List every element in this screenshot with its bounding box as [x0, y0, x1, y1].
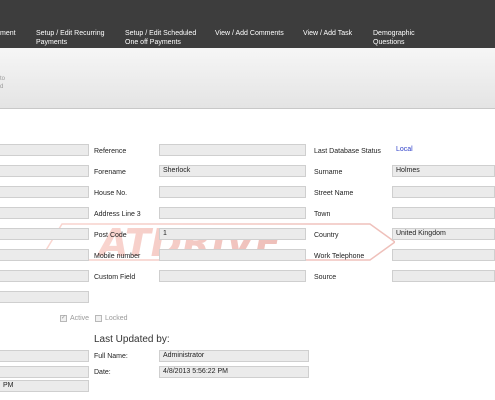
- post-code-label: Post Code: [94, 232, 127, 239]
- left-field-10[interactable]: [0, 366, 89, 378]
- reference-field[interactable]: [159, 144, 306, 156]
- menu-item-recurring-payments[interactable]: Setup / Edit Recurring Payments: [36, 29, 104, 47]
- toolbar-fragment-line2: d: [0, 84, 4, 90]
- street-name-label: Street Name: [314, 190, 354, 197]
- toolbar-fragment-line1: to: [0, 76, 6, 82]
- full-name-label: Full Name:: [94, 353, 128, 360]
- left-field-9[interactable]: [0, 350, 89, 362]
- left-field-8[interactable]: [0, 291, 89, 303]
- left-field-6[interactable]: [0, 249, 89, 261]
- reference-label: Reference: [94, 148, 127, 155]
- left-field-1[interactable]: [0, 144, 89, 156]
- post-code-field[interactable]: 1: [159, 228, 306, 240]
- surname-label: Surname: [314, 169, 343, 176]
- active-checkbox[interactable]: ✓: [60, 315, 67, 322]
- forename-field[interactable]: Sherlock: [159, 165, 306, 177]
- left-field-5[interactable]: [0, 228, 89, 240]
- work-telephone-label: Work Telephone: [314, 253, 365, 260]
- last-updated-title: Last Updated by:: [94, 334, 170, 345]
- town-field[interactable]: [392, 207, 495, 219]
- house-no-label: House No.: [94, 190, 128, 197]
- country-field[interactable]: United Kingdom: [392, 228, 495, 240]
- custom-field-input[interactable]: [159, 270, 306, 282]
- house-no-field[interactable]: [159, 186, 306, 198]
- menu-item-comments[interactable]: View / Add Comments: [215, 29, 284, 38]
- left-field-7[interactable]: [0, 270, 89, 282]
- locked-checkbox[interactable]: [95, 315, 102, 322]
- last-db-status-value: Local: [392, 144, 495, 156]
- surname-field[interactable]: Holmes: [392, 165, 495, 177]
- address-line3-field[interactable]: [159, 207, 306, 219]
- town-label: Town: [314, 211, 331, 218]
- custom-field-label: Custom Field: [94, 274, 136, 281]
- locked-label: Locked: [105, 315, 128, 322]
- source-field[interactable]: [392, 270, 495, 282]
- mobile-number-field[interactable]: [159, 249, 306, 261]
- top-menu-bar: ment Setup / Edit Recurring Payments Set…: [0, 0, 495, 48]
- menu-item-tasks[interactable]: View / Add Task: [303, 29, 352, 38]
- active-label: Active: [70, 315, 90, 322]
- forename-label: Forename: [94, 169, 126, 176]
- left-field-2[interactable]: [0, 165, 89, 177]
- last-db-status-label: Last Database Status: [314, 148, 381, 155]
- toolbar-button-fragment[interactable]: to d: [0, 75, 5, 91]
- country-label: Country: [314, 232, 339, 239]
- left-field-4[interactable]: [0, 207, 89, 219]
- menu-item-demographic-questions[interactable]: Demographic Questions: [373, 29, 415, 47]
- left-field-11[interactable]: PM: [0, 380, 89, 392]
- date-label: Date:: [94, 369, 111, 376]
- source-label: Source: [314, 274, 337, 281]
- mobile-number-label: Mobile number: [94, 253, 141, 260]
- date-field: 4/8/2013 5:56:22 PM: [159, 366, 309, 378]
- street-name-field[interactable]: [392, 186, 495, 198]
- left-field-3[interactable]: [0, 186, 89, 198]
- menu-item-partial[interactable]: ment: [0, 29, 16, 38]
- full-name-field: Administrator: [159, 350, 309, 362]
- work-telephone-field[interactable]: [392, 249, 495, 261]
- address-line3-label: Address Line 3: [94, 211, 141, 218]
- menu-item-scheduled-payments[interactable]: Setup / Edit Scheduled One off Payments: [125, 29, 196, 47]
- toolbar: [0, 48, 495, 109]
